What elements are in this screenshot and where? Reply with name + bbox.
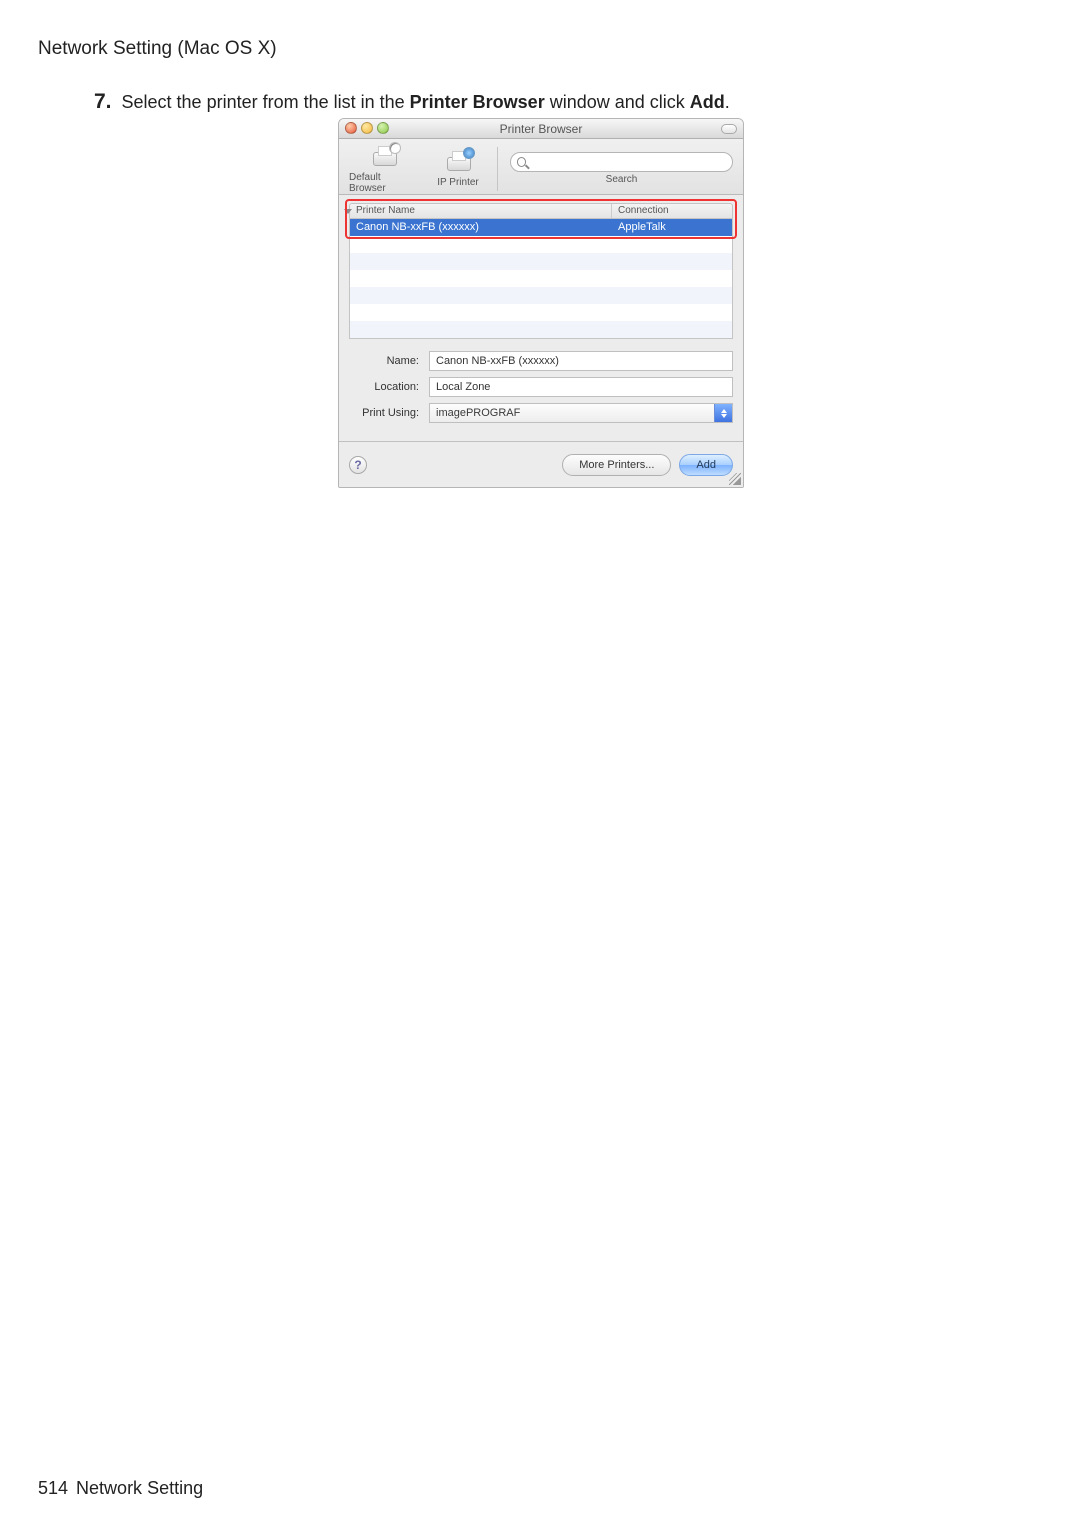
name-label: Name: bbox=[349, 355, 429, 367]
list-body[interactable]: Canon NB-xxFB (xxxxxx) AppleTalk bbox=[349, 219, 733, 339]
footer-text: Network Setting bbox=[76, 1478, 203, 1498]
print-using-select[interactable]: imagePROGRAF bbox=[429, 403, 733, 423]
minimize-icon[interactable] bbox=[361, 122, 373, 134]
list-item-empty bbox=[350, 253, 732, 270]
print-using-label: Print Using: bbox=[349, 407, 429, 419]
printer-browser-window: Printer Browser Default Browser IP Print… bbox=[338, 118, 744, 488]
zoom-icon[interactable] bbox=[377, 122, 389, 134]
toolbar: Default Browser IP Printer Search bbox=[339, 139, 743, 195]
list-header: Printer Name Connection bbox=[349, 203, 733, 219]
help-button[interactable]: ? bbox=[349, 456, 367, 474]
location-label: Location: bbox=[349, 381, 429, 393]
instruction-text: Select the printer from the list in the … bbox=[122, 92, 730, 113]
default-browser-button[interactable]: Default Browser bbox=[349, 144, 419, 194]
default-browser-icon bbox=[369, 144, 399, 170]
chevron-up-down-icon bbox=[714, 404, 732, 422]
column-connection[interactable]: Connection bbox=[612, 204, 732, 218]
col-name-label: Printer Name bbox=[356, 205, 415, 216]
list-item-empty bbox=[350, 304, 732, 321]
list-item-connection: AppleTalk bbox=[612, 219, 732, 236]
default-browser-label: Default Browser bbox=[349, 172, 419, 194]
instruction-post: . bbox=[725, 92, 730, 112]
window-controls bbox=[345, 122, 389, 134]
instruction-step: 7. Select the printer from the list in t… bbox=[94, 90, 730, 114]
location-field[interactable]: Local Zone bbox=[429, 377, 733, 397]
resize-grip-icon[interactable] bbox=[729, 473, 741, 485]
list-item-empty bbox=[350, 236, 732, 253]
instruction-mid: window and click bbox=[545, 92, 690, 112]
printer-details: Name: Canon NB-xxFB (xxxxxx) Location: L… bbox=[349, 351, 733, 423]
list-item[interactable]: Canon NB-xxFB (xxxxxx) AppleTalk bbox=[350, 219, 732, 236]
ip-printer-button[interactable]: IP Printer bbox=[431, 149, 485, 188]
search-group: Search bbox=[510, 152, 733, 185]
toolbar-toggle-icon[interactable] bbox=[721, 124, 737, 134]
step-number: 7. bbox=[94, 90, 112, 114]
titlebar: Printer Browser bbox=[339, 119, 743, 139]
search-field[interactable] bbox=[510, 152, 733, 172]
instruction-pre: Select the printer from the list in the bbox=[122, 92, 410, 112]
page-number: 514 bbox=[38, 1478, 68, 1498]
list-item-empty bbox=[350, 321, 732, 338]
printer-list: Printer Name Connection Canon NB-xxFB (x… bbox=[349, 203, 733, 339]
list-item-empty bbox=[350, 287, 732, 304]
search-icon bbox=[517, 157, 526, 167]
print-using-value: imagePROGRAF bbox=[436, 407, 520, 419]
column-printer-name[interactable]: Printer Name bbox=[350, 204, 612, 218]
instruction-bold-2: Add bbox=[690, 92, 725, 112]
add-button[interactable]: Add bbox=[679, 454, 733, 476]
instruction-bold-1: Printer Browser bbox=[410, 92, 545, 112]
name-field[interactable]: Canon NB-xxFB (xxxxxx) bbox=[429, 351, 733, 371]
page-header: Network Setting (Mac OS X) bbox=[38, 38, 277, 60]
search-label: Search bbox=[606, 174, 638, 185]
more-printers-button[interactable]: More Printers... bbox=[562, 454, 671, 476]
toolbar-divider bbox=[497, 147, 498, 191]
ip-printer-icon bbox=[443, 149, 473, 175]
col-conn-label: Connection bbox=[618, 205, 669, 216]
sort-indicator-icon bbox=[344, 209, 352, 214]
window-title: Printer Browser bbox=[500, 122, 583, 136]
search-input[interactable] bbox=[530, 155, 726, 169]
page-footer: 514 Network Setting bbox=[38, 1478, 203, 1499]
list-item-empty bbox=[350, 270, 732, 287]
ip-printer-label: IP Printer bbox=[437, 177, 479, 188]
list-item-name: Canon NB-xxFB (xxxxxx) bbox=[350, 219, 612, 236]
close-icon[interactable] bbox=[345, 122, 357, 134]
dialog-footer: ? More Printers... Add bbox=[339, 441, 743, 487]
